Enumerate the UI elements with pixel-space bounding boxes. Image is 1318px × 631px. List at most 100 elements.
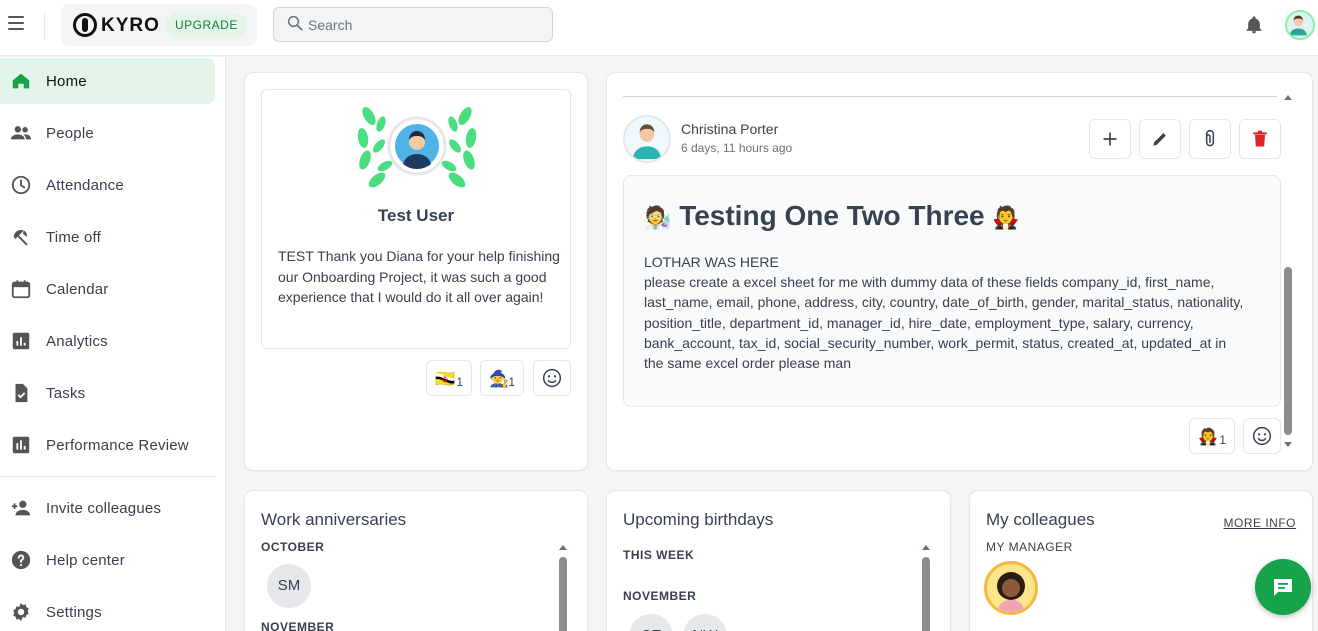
pencil-icon — [1153, 133, 1166, 146]
bar-chart-icon — [12, 436, 30, 454]
trash-icon — [1253, 130, 1267, 147]
sidebar-item-label: Tasks — [46, 385, 86, 402]
post-timestamp: 6 days, 11 hours ago — [681, 141, 793, 155]
manager-avatar[interactable] — [984, 561, 1038, 615]
attach-button[interactable] — [1189, 119, 1231, 159]
edit-button[interactable] — [1139, 119, 1181, 159]
my-colleagues-card: My colleagues MORE INFO MY MANAGER — [970, 491, 1312, 631]
user-avatar[interactable] — [1285, 10, 1315, 40]
reaction-count: 1 — [508, 375, 515, 389]
kudos-recipient-name: Test User — [377, 206, 455, 225]
avatar[interactable]: NW — [683, 614, 727, 631]
scroll-down-arrow[interactable] — [1284, 442, 1292, 447]
home-icon — [12, 73, 30, 89]
post-title: 🧑‍🔬 Testing One Two Three 🧛 — [644, 200, 1020, 232]
upcoming-birthdays-card: Upcoming birthdays THIS WEEK NOVEMBER CE… — [607, 491, 950, 631]
author-avatar[interactable] — [623, 115, 671, 163]
scrollbar-thumb[interactable] — [1284, 267, 1292, 435]
reaction-count: 1 — [456, 375, 463, 389]
sidebar-item-label: Performance Review — [46, 437, 189, 454]
sidebar-item-settings[interactable]: Settings — [0, 589, 215, 631]
upgrade-button[interactable]: UPGRADE — [166, 13, 247, 37]
calendar-icon — [11, 280, 31, 299]
reaction-vampire-button[interactable]: 🧛 1 — [1189, 418, 1235, 454]
task-clipboard-icon — [15, 383, 28, 403]
post-author-name[interactable]: Christina Porter — [681, 121, 778, 137]
sidebar-item-people[interactable]: People — [0, 110, 215, 156]
sidebar-item-tasks[interactable]: Tasks — [0, 370, 215, 416]
sidebar-item-invite-colleagues[interactable]: Invite colleagues — [0, 485, 215, 531]
reaction-count: 1 — [1219, 433, 1226, 447]
scroll-up-arrow[interactable] — [559, 545, 567, 550]
avatar[interactable]: CE — [629, 614, 673, 631]
section-title: My colleagues — [986, 510, 1095, 529]
clock-icon — [11, 175, 31, 195]
add-reaction-button[interactable] — [1243, 418, 1281, 454]
section-title: Work anniversaries — [261, 510, 407, 529]
sidebar: Home People Attendance Time off Calendar… — [0, 57, 226, 631]
sidebar-item-attendance[interactable]: Attendance — [0, 162, 215, 208]
sidebar-item-home[interactable]: Home — [0, 58, 215, 104]
person-add-icon — [11, 500, 31, 516]
divider — [44, 12, 45, 40]
top-bar: KYRO UPGRADE — [0, 0, 1318, 56]
add-button[interactable] — [1089, 119, 1131, 159]
user-avatar-icon — [1289, 15, 1307, 36]
delete-button[interactable] — [1239, 119, 1281, 159]
beach-umbrella-icon — [13, 230, 28, 246]
sidebar-item-analytics[interactable]: Analytics — [0, 318, 215, 364]
sidebar-item-help-center[interactable]: Help center — [0, 537, 215, 583]
post-title-text: Testing One Two Three — [679, 200, 985, 231]
scroll-up-arrow[interactable] — [922, 545, 930, 550]
reaction-wizard-button[interactable]: 🧙 1 — [480, 360, 524, 396]
sidebar-item-label: Home — [46, 73, 87, 90]
search-input[interactable] — [308, 8, 538, 41]
wizard-emoji: 🧙 — [489, 371, 509, 388]
sidebar-item-time-off[interactable]: Time off — [0, 214, 215, 260]
kudos-card: Test User TEST Thank you Diana for your … — [245, 73, 587, 470]
smiley-icon — [1252, 426, 1272, 446]
kudos-panel: Test User TEST Thank you Diana for your … — [261, 89, 571, 349]
sidebar-item-label: Analytics — [46, 333, 108, 350]
scientist-emoji: 🧑‍🔬 — [644, 205, 672, 230]
avatar[interactable]: SM — [267, 564, 311, 608]
month-label: OCTOBER — [261, 540, 325, 554]
chat-button[interactable] — [1255, 559, 1311, 615]
plus-icon — [1103, 132, 1117, 146]
post-text-body: please create a excel sheet for me with … — [644, 274, 1244, 372]
smiley-icon — [542, 368, 562, 388]
sidebar-item-performance-review[interactable]: Performance Review — [0, 422, 215, 468]
brand-area[interactable]: KYRO UPGRADE — [61, 4, 257, 46]
sidebar-item-label: Attendance — [46, 177, 124, 194]
add-reaction-button[interactable] — [533, 360, 571, 396]
people-icon — [10, 126, 32, 140]
scrollbar-thumb[interactable] — [559, 557, 567, 631]
post-content: 🧑‍🔬 Testing One Two Three 🧛 LOTHAR WAS H… — [623, 175, 1281, 407]
gear-icon — [13, 602, 29, 622]
sidebar-item-calendar[interactable]: Calendar — [0, 266, 215, 312]
hamburger-menu-icon[interactable] — [8, 16, 24, 32]
kyro-logo-icon — [73, 13, 97, 37]
vampire-emoji: 🧛 — [1198, 429, 1218, 446]
reaction-flag-button[interactable]: 🇧🇳 1 — [426, 360, 472, 396]
manager-label: MY MANAGER — [986, 540, 1073, 554]
sidebar-item-label: Help center — [46, 552, 125, 569]
scroll-up-arrow[interactable] — [1284, 95, 1292, 100]
more-info-link[interactable]: MORE INFO — [1224, 516, 1297, 530]
week-label: THIS WEEK — [623, 548, 695, 562]
help-icon — [11, 550, 31, 570]
sidebar-item-label: Calendar — [46, 281, 109, 298]
sidebar-item-label: Invite colleagues — [46, 500, 162, 517]
paperclip-icon — [1205, 130, 1215, 147]
post-text-line: LOTHAR WAS HERE — [644, 254, 779, 270]
post-card: Christina Porter 6 days, 11 hours ago 🧑‍… — [607, 73, 1312, 470]
sidebar-divider — [0, 476, 215, 477]
author-avatar-icon — [632, 124, 662, 160]
kudos-message: TEST Thank you Diana for your help finis… — [278, 248, 560, 305]
search-box[interactable] — [273, 7, 553, 42]
scrollbar-thumb[interactable] — [922, 557, 930, 631]
section-title: Upcoming birthdays — [623, 510, 774, 529]
bell-icon[interactable] — [1244, 15, 1264, 35]
sidebar-item-label: Settings — [46, 604, 102, 621]
flag-emoji: 🇧🇳 — [435, 371, 455, 388]
